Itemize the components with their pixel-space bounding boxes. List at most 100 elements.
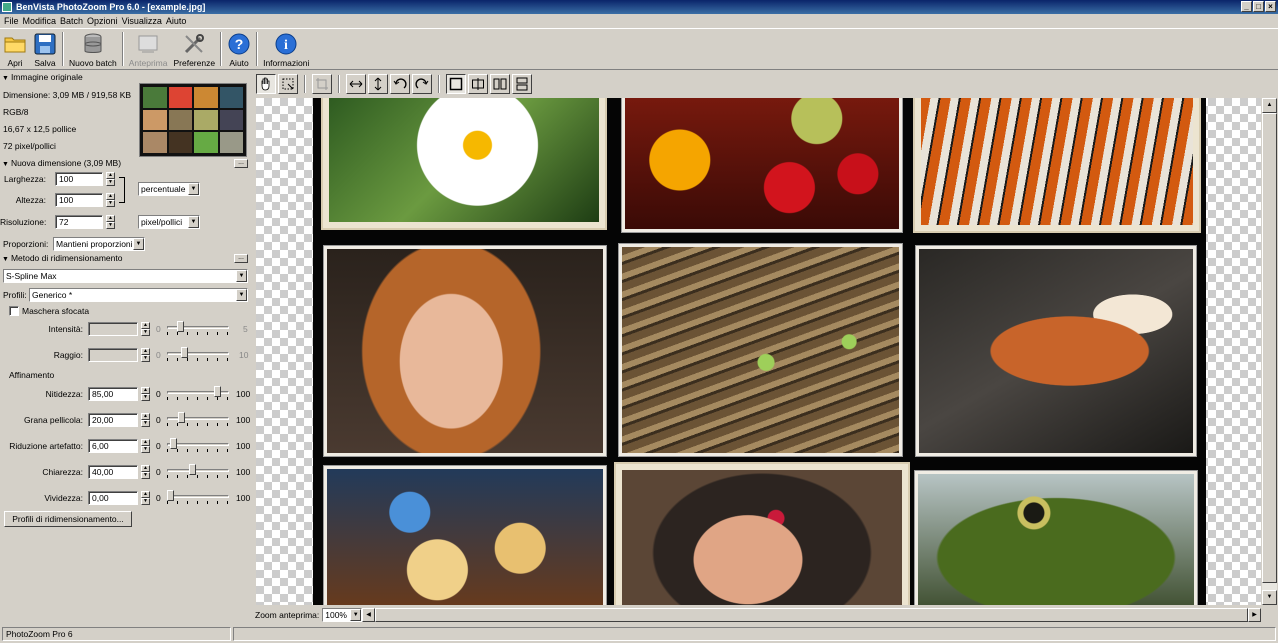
split-view-button[interactable] [468, 73, 488, 94]
side-by-side-button[interactable] [490, 73, 510, 94]
new-batch-button[interactable]: Nuovo batch [66, 29, 120, 69]
toolbar-separator [304, 74, 306, 93]
refinement-header: Affinamento [9, 370, 55, 380]
single-view-button[interactable] [446, 73, 466, 94]
resolution-unit-select[interactable]: pixel/pollici ▼ [138, 215, 200, 229]
chevron-down-icon: ▼ [236, 289, 247, 301]
vertical-scrollbar[interactable]: ▲ ▼ [1262, 98, 1277, 605]
menu-batch[interactable]: Batch [60, 14, 87, 28]
original-image-header[interactable]: ▼ Immagine originale [2, 72, 83, 82]
refine-slider[interactable] [167, 385, 229, 400]
refine-slider[interactable] [167, 489, 229, 504]
marquee-tool-button[interactable] [278, 73, 298, 94]
refine-label: Chiarezza: [42, 467, 83, 477]
refine-input[interactable]: 85,00 [88, 387, 138, 401]
scroll-right-icon[interactable]: ▶ [1248, 608, 1261, 622]
original-resolution: 72 pixel/pollici [3, 141, 56, 151]
original-size: Dimensione: 3,09 MB / 919,58 KB [3, 90, 132, 100]
close-button[interactable]: × [1265, 1, 1276, 12]
width-spinner[interactable]: ▲ ▼ [106, 172, 115, 186]
refine-max: 100 [236, 441, 251, 451]
size-unit-select[interactable]: percentuale ▼ [138, 182, 200, 196]
save-button[interactable]: Salva [30, 29, 60, 69]
refine-spinner[interactable]: ▲ ▼ [141, 439, 150, 453]
resolution-spinner[interactable]: ▲ ▼ [106, 215, 115, 229]
preview-button[interactable]: Anteprima [126, 29, 171, 69]
status-text: PhotoZoom Pro 6 [2, 627, 231, 641]
unsharp-mask-checkbox[interactable] [9, 306, 19, 316]
crop-tool-button[interactable] [312, 73, 332, 94]
open-button[interactable]: Apri [0, 29, 30, 69]
hand-tool-button[interactable] [256, 73, 276, 94]
radius-label: Raggio: [53, 350, 83, 360]
radius-input[interactable] [88, 348, 138, 362]
fit-height-button[interactable] [368, 73, 388, 94]
preferences-button[interactable]: Preferenze [170, 29, 218, 69]
stacked-view-button[interactable] [512, 73, 532, 94]
intensity-spinner[interactable]: ▲ ▼ [141, 322, 150, 336]
radius-slider[interactable] [167, 346, 229, 361]
app-icon [2, 2, 12, 12]
refine-max: 100 [236, 389, 251, 399]
height-spinner[interactable]: ▲ ▼ [106, 193, 115, 207]
width-label: Larghezza: [3, 174, 46, 184]
refine-slider[interactable] [167, 411, 229, 426]
slider-thumb[interactable] [170, 438, 177, 449]
scroll-left-icon[interactable]: ◀ [362, 608, 375, 622]
menu-file[interactable]: File [4, 14, 23, 28]
intensity-max: 5 [243, 324, 248, 334]
intensity-min: 0 [156, 324, 161, 334]
horizontal-scroll-thumb[interactable] [375, 608, 1248, 622]
intensity-label: Intensità: [48, 324, 84, 334]
resolution-input[interactable]: 72 [55, 215, 103, 229]
preview-area[interactable] [256, 98, 1261, 605]
intensity-slider[interactable] [167, 320, 229, 335]
refine-spinner[interactable]: ▲ ▼ [141, 465, 150, 479]
scroll-down-icon[interactable]: ▼ [1262, 590, 1277, 605]
resize-method-more-button[interactable]: ... [234, 254, 248, 263]
refine-max: 100 [236, 467, 251, 477]
maximize-button[interactable]: □ [1253, 1, 1264, 12]
menu-modifica[interactable]: Modifica [23, 14, 61, 28]
refine-spinner[interactable]: ▲ ▼ [141, 413, 150, 427]
refine-spinner[interactable]: ▲ ▼ [141, 491, 150, 505]
refine-spinner[interactable]: ▲ ▼ [141, 387, 150, 401]
refine-slider[interactable] [167, 437, 229, 452]
height-input[interactable]: 100 [55, 193, 103, 207]
collapse-triangle-icon: ▼ [2, 256, 9, 263]
intensity-input[interactable] [88, 322, 138, 336]
slider-thumb[interactable] [214, 386, 221, 397]
radius-spinner[interactable]: ▲ ▼ [141, 348, 150, 362]
minimize-button[interactable]: _ [1241, 1, 1252, 12]
refine-input[interactable]: 20,00 [88, 413, 138, 427]
vertical-scroll-thumb[interactable] [1262, 113, 1277, 583]
menu-aiuto[interactable]: Aiuto [166, 14, 191, 28]
rotate-right-button[interactable] [412, 73, 432, 94]
rotate-left-button[interactable] [390, 73, 410, 94]
slider-thumb[interactable] [167, 490, 174, 501]
slider-thumb[interactable] [178, 412, 185, 423]
horizontal-scrollbar[interactable]: ◀ ▶ [362, 608, 1261, 622]
width-input[interactable]: 100 [55, 172, 103, 186]
fit-width-button[interactable] [346, 73, 366, 94]
refine-input[interactable]: 0,00 [88, 491, 138, 505]
new-size-header[interactable]: ▼ Nuova dimensione (3,09 MB) [2, 158, 121, 168]
proportions-select[interactable]: Mantieni proporzioni ▼ [53, 237, 145, 251]
new-size-more-button[interactable]: ... [234, 159, 248, 168]
scroll-up-icon[interactable]: ▲ [1262, 98, 1277, 113]
profile-select[interactable]: Generico * ▼ [29, 288, 248, 302]
zoom-select[interactable]: 100% ▼ [322, 608, 363, 622]
slider-thumb[interactable] [189, 464, 196, 475]
info-button[interactable]: i Informazioni [260, 29, 312, 69]
resize-profiles-button[interactable]: Profili di ridimensionamento... [4, 511, 132, 527]
help-button[interactable]: ? Aiuto [224, 29, 254, 69]
refine-slider[interactable] [167, 463, 229, 478]
refine-input[interactable]: 6,00 [88, 439, 138, 453]
menu-opzioni[interactable]: Opzioni [87, 14, 122, 28]
menu-visualizza[interactable]: Visualizza [122, 14, 166, 28]
refine-max: 100 [236, 493, 251, 503]
refine-input[interactable]: 40,00 [88, 465, 138, 479]
preview-icon [138, 35, 158, 53]
algorithm-select[interactable]: S-Spline Max ▼ [3, 269, 248, 283]
resize-method-header[interactable]: ▼ Metodo di ridimensionamento [2, 253, 122, 263]
